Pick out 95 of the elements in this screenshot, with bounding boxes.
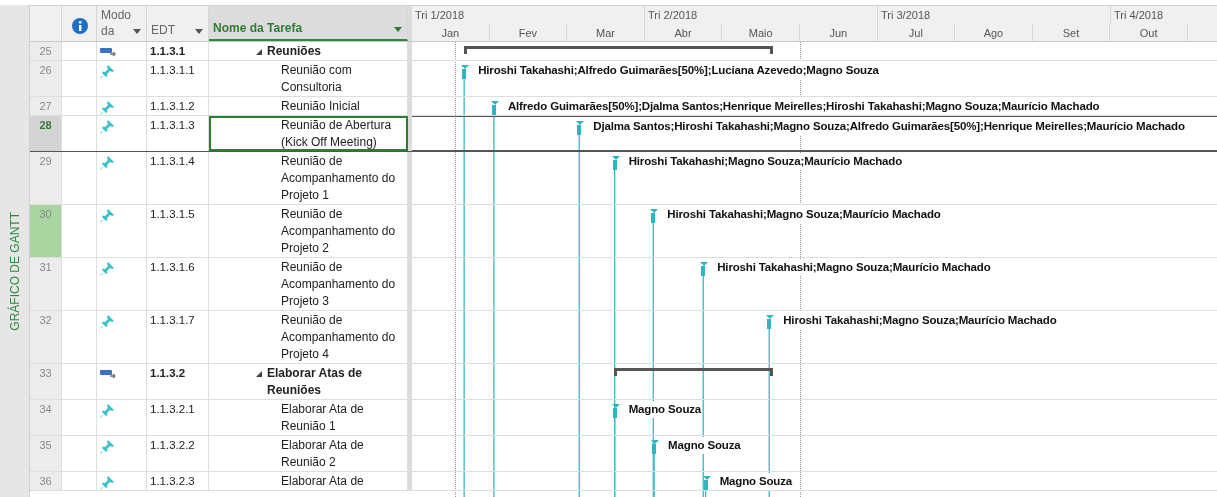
quarter-label: Tri 3/2018 [878, 6, 1111, 24]
task-name: Reunião de Abertura (Kick Off Meeting) [281, 117, 393, 151]
pin-icon [100, 120, 114, 134]
row-number[interactable]: 31 [30, 258, 62, 310]
pin-icon [100, 404, 114, 418]
month-label: Mar [567, 24, 645, 41]
pin-icon [100, 209, 114, 223]
task-name-cell[interactable]: Reunião de Abertura (Kick Off Meeting) [209, 116, 408, 151]
dropdown-icon[interactable] [394, 27, 402, 32]
resource-label: Hiroshi Takahashi;Magno Souza;Maurício Machado [627, 153, 904, 170]
auto-schedule-icon [100, 46, 116, 58]
task-bar[interactable] [611, 156, 620, 171]
month-label: Ago [955, 24, 1033, 41]
pin-icon [100, 156, 114, 170]
summary-end-cap [464, 46, 468, 54]
task-name: Elaborar Ata de [281, 473, 364, 490]
wbs-cell: 1.1.3.2.1 [147, 400, 209, 435]
task-name: Reunião Inicial [281, 98, 360, 115]
row-number[interactable]: 35 [30, 436, 62, 471]
wbs-cell: 1.1.3.2.3 [147, 472, 209, 490]
wbs-cell: 1.1.3.2 [147, 364, 209, 399]
wbs-cell: 1.1.3.1.6 [147, 258, 209, 310]
month-label: Set [1032, 24, 1111, 41]
task-name: Elaborar Ata de Reunião 1 [281, 401, 365, 435]
task-bar[interactable] [702, 476, 711, 491]
row-number[interactable]: 29 [30, 152, 62, 204]
resource-label: Hiroshi Takahashi;Magno Souza;Maurício Machado [716, 259, 992, 276]
row-number[interactable]: 28 [30, 116, 62, 151]
resource-label: Magno Souza [718, 473, 794, 490]
wbs-cell: 1.1.3.1.3 [147, 116, 209, 151]
row-number[interactable]: 34 [30, 400, 62, 435]
resource-label: Djalma Santos;Hiroshi Takahashi;Magno Souza;Alfredo Guimarães[50%];Henrique Meirelles;Maurício Machado [592, 118, 1186, 135]
task-bar[interactable] [700, 262, 709, 277]
wbs-cell: 1.1.3.1.1 [147, 61, 209, 96]
month-label: Jan [412, 24, 490, 41]
task-name: Reunião de Acompanhamento do Projeto 2 [281, 206, 397, 257]
wbs-cell: 1.1.3.1.7 [147, 311, 209, 363]
wbs-cell: 1.1.3.1.2 [147, 97, 209, 115]
month-label: Jun [799, 24, 878, 41]
pin-icon [100, 440, 114, 454]
wbs-cell: 1.1.3.1.4 [147, 152, 209, 204]
resource-label: Alfredo Guimarães[50%];Djalma Santos;Henrique Meirelles;Hiroshi Takahashi;Magno Souza;Maurício Machado [506, 98, 1101, 115]
row-number[interactable]: 33 [30, 364, 62, 399]
view-label[interactable]: GRÁFICO DE GANTT [5, 211, 24, 331]
resource-label: Hiroshi Takahashi;Alfredo Guimarães[50%];Luciana Azevedo;Magno Souza [477, 62, 880, 79]
pin-icon [100, 315, 114, 329]
task-name: Reunião de Acompanhamento do Projeto 1 [281, 153, 397, 204]
pin-icon [100, 65, 114, 79]
pin-icon [100, 262, 114, 276]
month-label: Fev [489, 24, 568, 41]
dropdown-icon[interactable] [195, 29, 203, 34]
month-label: Out [1110, 24, 1188, 41]
task-bar[interactable] [650, 209, 659, 224]
quarter-label: Tri 1/2018 [412, 6, 645, 24]
task-name: Reuniões [267, 43, 321, 60]
column-header[interactable]: EDT [151, 22, 175, 38]
resource-label: Magno Souza [627, 401, 703, 418]
task-bar[interactable] [611, 404, 620, 419]
task-name: Elaborar Ata de Reunião 2 [281, 437, 365, 471]
task-bar[interactable] [651, 440, 660, 455]
month-label: Jul [877, 24, 956, 41]
summary-end-cap [770, 368, 774, 376]
collapse-icon[interactable] [255, 48, 263, 56]
info-icon [72, 18, 88, 34]
task-name: Elaborar Atas de Reuniões [267, 365, 363, 399]
row-number[interactable]: 25 [30, 42, 62, 60]
pin-icon [100, 101, 114, 115]
pin-icon [100, 476, 114, 490]
row-number[interactable]: 26 [30, 61, 62, 96]
resource-label: Hiroshi Takahashi;Magno Souza;Maurício Machado [782, 312, 1058, 329]
task-bar[interactable] [490, 101, 499, 116]
collapse-icon[interactable] [255, 370, 263, 378]
month-label: Maio [722, 24, 800, 41]
task-name: Reunião de Acompanhamento do Projeto 4 [281, 312, 397, 363]
wbs-cell: 1.1.3.1 [147, 42, 209, 60]
task-bar[interactable] [576, 121, 585, 136]
auto-schedule-icon [100, 368, 116, 380]
summary-end-cap [614, 368, 618, 376]
summary-end-cap [770, 46, 774, 54]
dropdown-icon[interactable] [133, 29, 141, 34]
column-header[interactable]: Modo da [101, 7, 133, 39]
task-bar[interactable] [461, 65, 470, 80]
task-bar[interactable] [766, 315, 775, 330]
row-number[interactable]: 27 [30, 97, 62, 115]
resource-label: Hiroshi Takahashi;Magno Souza;Maurício Machado [666, 206, 942, 223]
resource-label: Magno Souza [667, 437, 742, 454]
task-name: Reunião com Consultoria [281, 62, 353, 96]
quarter-label: Tri 2/2018 [645, 6, 878, 24]
month-label: Abr [644, 24, 723, 41]
task-name: Reunião de Acompanhamento do Projeto 3 [281, 259, 397, 310]
row-number[interactable]: 36 [30, 472, 62, 490]
quarter-label: Tri 4/2018 [1111, 6, 1217, 24]
row-number[interactable]: 32 [30, 311, 62, 363]
wbs-cell: 1.1.3.1.5 [147, 205, 209, 257]
wbs-cell: 1.1.3.2.2 [147, 436, 209, 471]
